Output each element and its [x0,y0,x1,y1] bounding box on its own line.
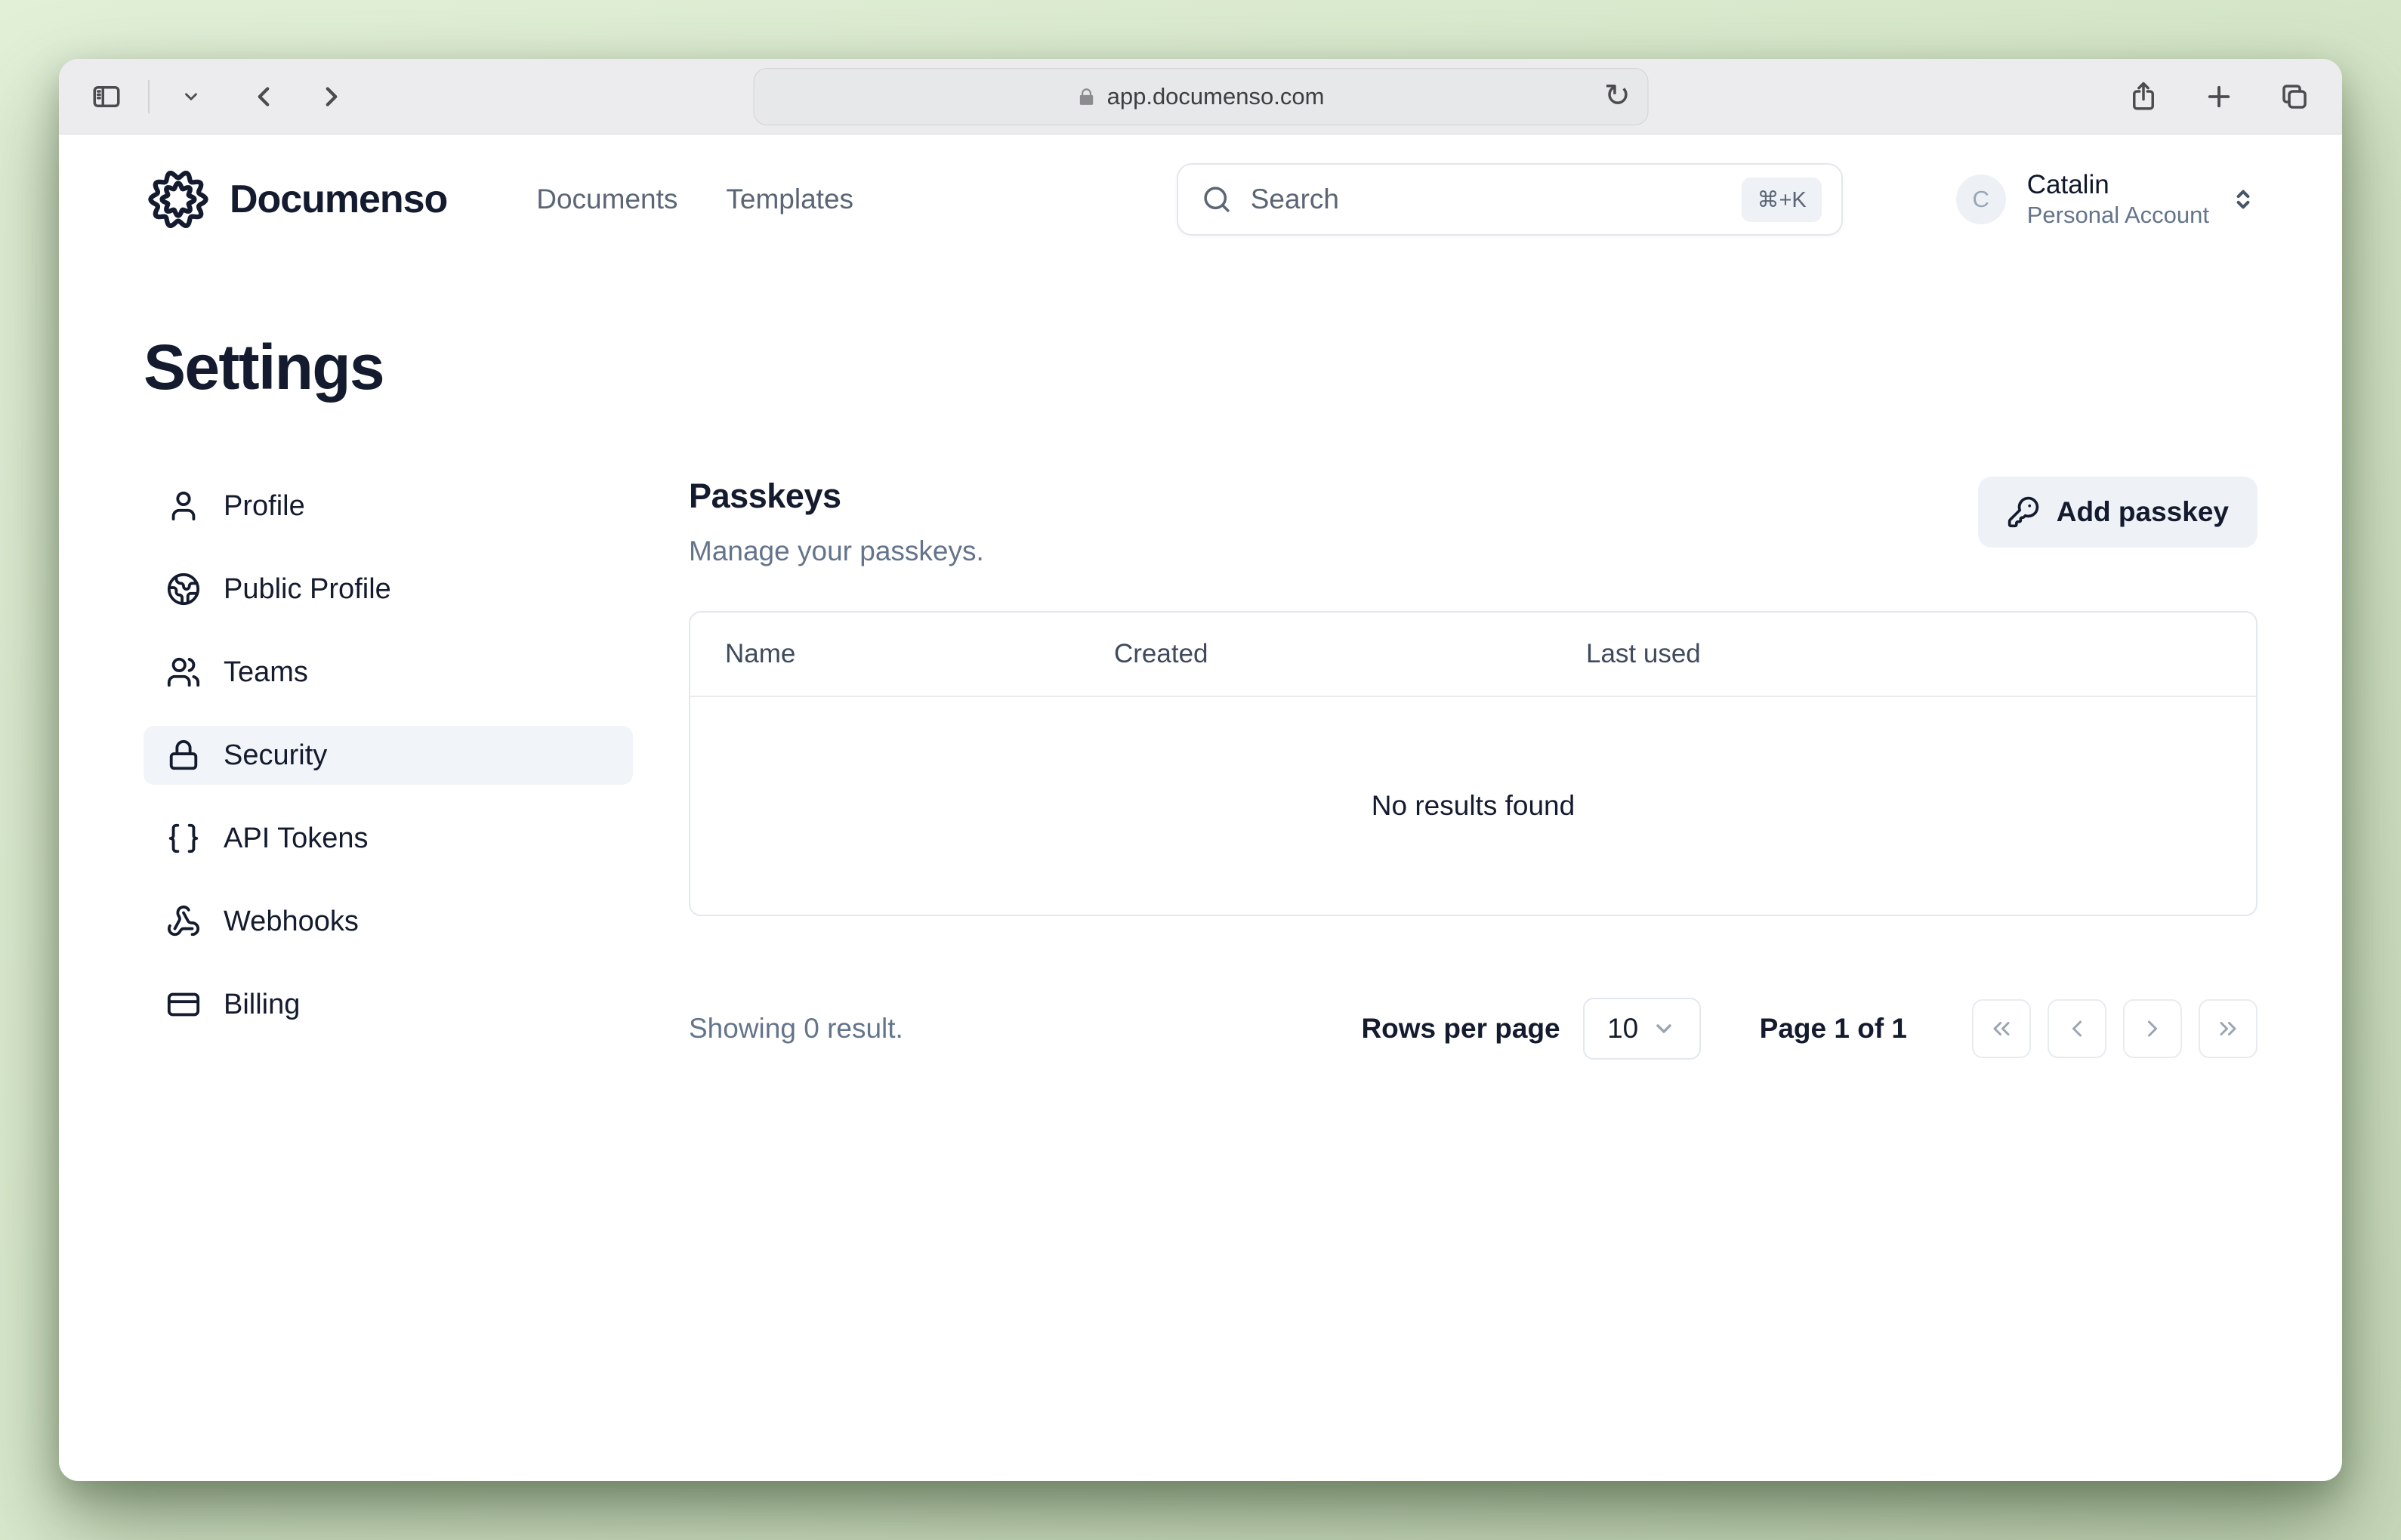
chevron-left-icon [2063,1015,2091,1042]
tls-lock-icon [1077,87,1097,106]
rows-per-page-select[interactable]: 10 [1583,998,1701,1060]
reload-icon[interactable]: ↻ [1604,76,1631,113]
sidebar-item-public-profile[interactable]: Public Profile [144,560,633,619]
sidebar-item-teams[interactable]: Teams [144,643,633,702]
search-placeholder: Search [1251,184,1742,215]
add-passkey-label: Add passkey [2057,496,2229,528]
sidebar-item-label: Profile [224,490,305,523]
sidebar-chevron-down-icon[interactable] [174,79,208,114]
chevron-down-icon [1652,1017,1676,1041]
avatar: C [1956,174,2006,224]
column-header-created: Created [1114,639,1586,669]
sidebar-item-label: API Tokens [224,822,369,855]
sidebar-item-billing[interactable]: Billing [144,975,633,1034]
primary-nav: Documents Templates [536,184,853,215]
nav-documents[interactable]: Documents [536,184,677,215]
passkeys-panel: Passkeys Manage your passkeys. Add passk… [689,477,2257,1060]
search-input[interactable]: Search ⌘+K [1177,163,1843,236]
chevrons-right-icon [2214,1015,2242,1042]
pagination [1972,999,2257,1058]
sidebar-item-label: Security [224,739,327,772]
app-header: Documenso Documents Templates Search ⌘+K… [59,134,2342,264]
braces-icon [166,821,201,856]
column-header-last-used: Last used [1586,639,2221,669]
credit-card-icon [166,987,201,1022]
table-empty-state: No results found [690,697,2256,915]
sidebar-toggle-icon[interactable] [89,79,124,114]
last-page-button[interactable] [2199,999,2257,1058]
lock-icon [166,738,201,773]
sidebar-item-label: Public Profile [224,573,391,606]
sidebar-item-label: Billing [224,989,300,1021]
settings-sidebar: Profile Public Profile Teams Security AP… [144,477,633,1060]
key-icon [2007,495,2040,529]
share-icon[interactable] [2126,79,2161,114]
address-bar[interactable]: app.documenso.com ↻ [753,68,1648,125]
results-count: Showing 0 result. [689,1013,903,1045]
passkeys-title: Passkeys [689,477,984,516]
forward-button[interactable] [314,79,349,114]
webhook-icon [166,904,201,939]
tab-overview-icon[interactable] [2277,79,2312,114]
table-header-row: Name Created Last used [690,613,2256,697]
no-results-text: No results found [1372,790,1575,822]
passkeys-subtitle: Manage your passkeys. [689,535,984,567]
sidebar-item-label: Teams [224,656,308,689]
chevron-right-icon [2139,1015,2166,1042]
table-footer: Showing 0 result. Rows per page 10 Page … [689,998,2257,1060]
next-page-button[interactable] [2123,999,2182,1058]
page-indicator: Page 1 of 1 [1760,1013,1907,1045]
nav-templates[interactable]: Templates [726,184,853,215]
account-type: Personal Account [2027,201,2209,230]
brand-name: Documenso [230,177,447,222]
brand-logo[interactable]: Documenso [144,165,447,234]
sidebar-item-api-tokens[interactable]: API Tokens [144,809,633,868]
search-icon [1201,184,1233,215]
back-button[interactable] [246,79,281,114]
sidebar-item-security[interactable]: Security [144,726,633,785]
add-passkey-button[interactable]: Add passkey [1978,477,2257,548]
passkeys-table: Name Created Last used No results found [689,611,2257,916]
search-shortcut-badge: ⌘+K [1742,177,1821,222]
column-header-name: Name [725,639,1114,669]
url-text: app.documenso.com [1107,83,1325,110]
sidebar-item-profile[interactable]: Profile [144,477,633,535]
first-page-button[interactable] [1972,999,2031,1058]
sidebar-item-webhooks[interactable]: Webhooks [144,892,633,951]
toolbar-divider [148,80,150,113]
sidebar-item-label: Webhooks [224,906,359,938]
new-tab-icon[interactable] [2202,79,2236,114]
page-title: Settings [144,331,2257,404]
rows-per-page-label: Rows per page [1361,1013,1560,1045]
rows-per-page-value: 10 [1607,1013,1638,1045]
previous-page-button[interactable] [2048,999,2106,1058]
users-icon [166,655,201,690]
account-name: Catalin [2027,169,2209,201]
documenso-logo-icon [144,165,213,234]
chevrons-up-down-icon [2229,185,2257,214]
chevrons-left-icon [1988,1015,2015,1042]
globe-icon [166,572,201,606]
user-icon [166,489,201,523]
browser-toolbar: app.documenso.com ↻ [59,59,2342,134]
account-menu[interactable]: C Catalin Personal Account [1956,169,2257,230]
browser-window: app.documenso.com ↻ Documenso Documents [59,59,2342,1481]
